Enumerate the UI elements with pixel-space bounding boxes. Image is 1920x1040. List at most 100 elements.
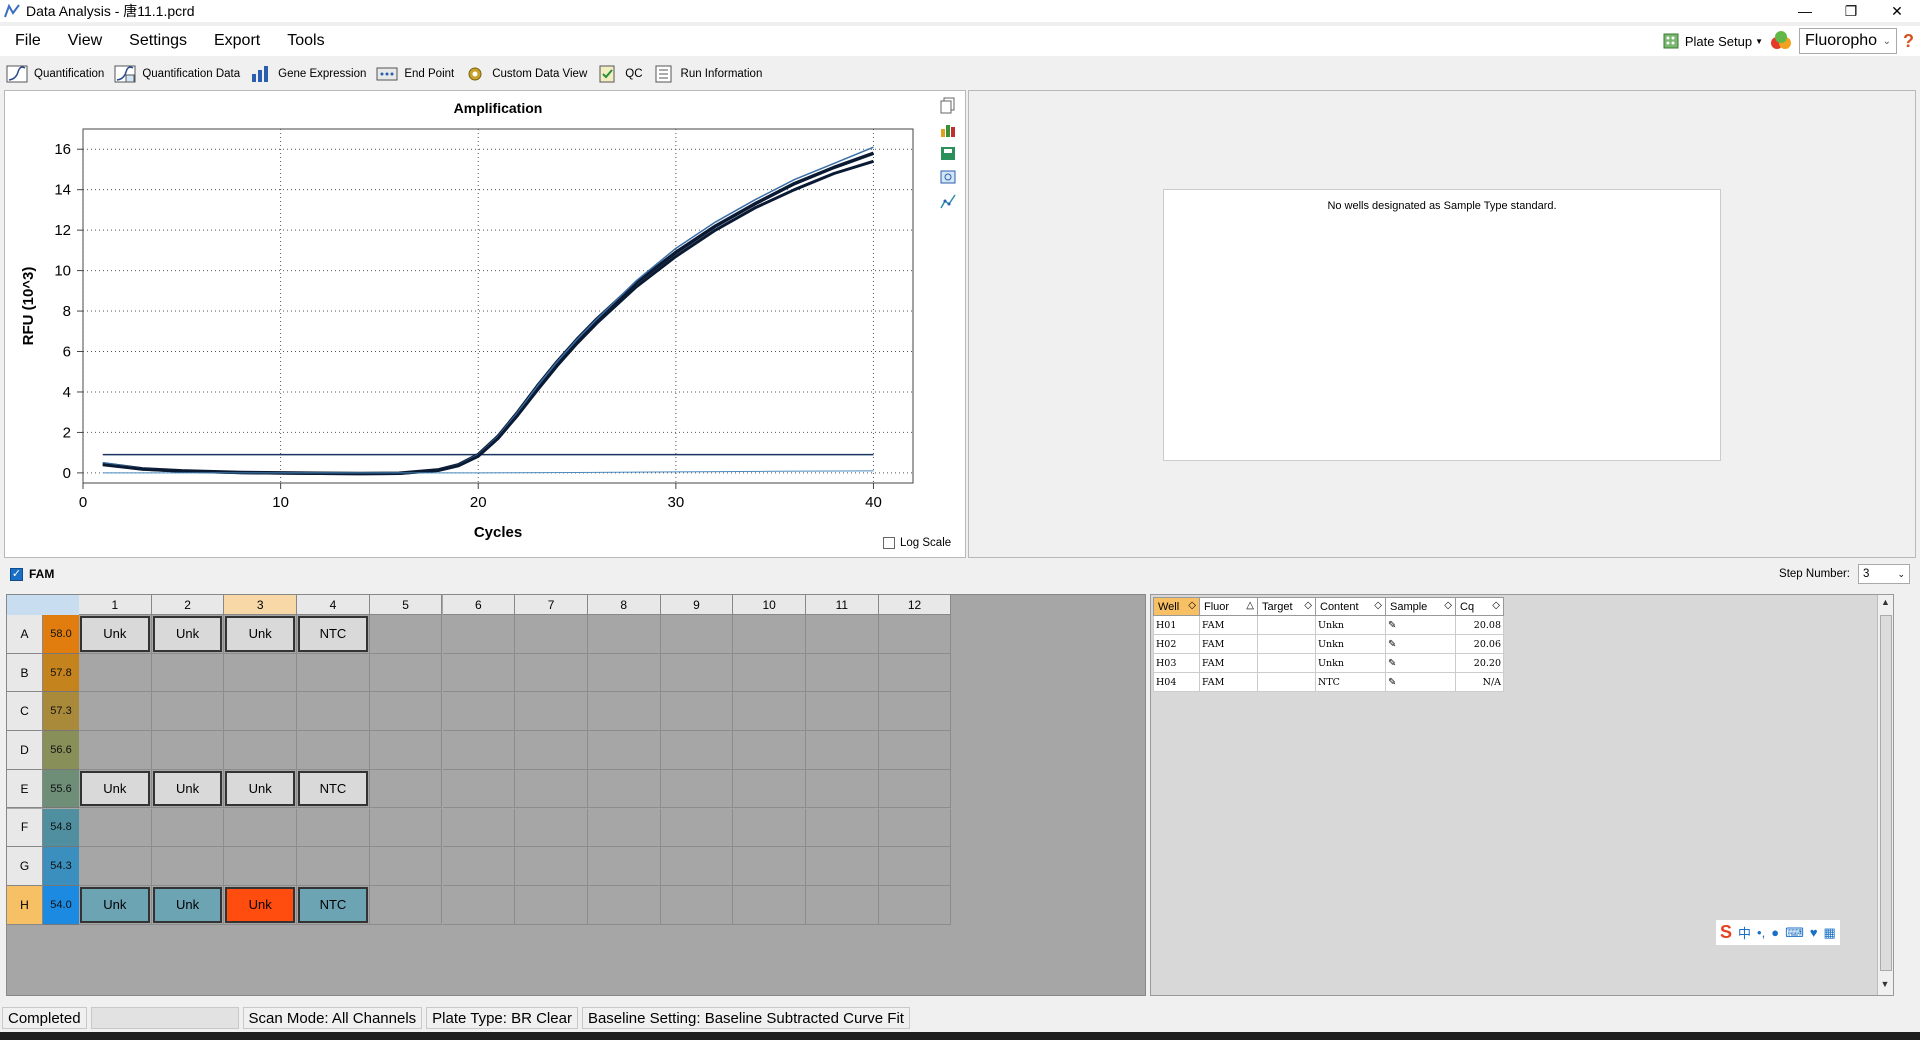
plate-column-header[interactable]: 12 bbox=[878, 595, 952, 615]
plate-cell[interactable] bbox=[587, 885, 661, 925]
plate-cell[interactable] bbox=[806, 731, 879, 770]
plate-cell[interactable] bbox=[369, 731, 443, 770]
plate-column-header[interactable]: 2 bbox=[151, 595, 225, 615]
plate-cell[interactable] bbox=[806, 847, 879, 886]
plate-cell[interactable] bbox=[297, 847, 370, 886]
plate-cell[interactable] bbox=[660, 692, 734, 732]
sort-icon[interactable]: ◇ bbox=[1492, 600, 1500, 611]
well-table-header[interactable]: Well ◇ bbox=[1153, 597, 1200, 616]
plate-cell[interactable] bbox=[224, 653, 298, 693]
sort-icon[interactable]: ◇ bbox=[1188, 600, 1196, 611]
zoom-icon[interactable] bbox=[939, 169, 957, 186]
well-table-header[interactable]: Content ◇ bbox=[1315, 597, 1386, 616]
plate-cell[interactable] bbox=[878, 731, 952, 770]
plate-cell[interactable] bbox=[442, 731, 516, 770]
plate-column-header[interactable]: 5 bbox=[369, 595, 443, 615]
edit-sample-icon[interactable]: ✎ bbox=[1388, 639, 1396, 650]
plate-row-header[interactable]: B bbox=[7, 653, 43, 693]
plate-cell[interactable] bbox=[369, 847, 443, 886]
plate-cell[interactable] bbox=[515, 615, 588, 654]
plate-cell[interactable] bbox=[79, 847, 152, 886]
plate-cell[interactable] bbox=[878, 653, 952, 693]
plate-column-header[interactable]: 11 bbox=[806, 595, 879, 615]
plate-row-header[interactable]: D bbox=[7, 731, 43, 770]
keyboard-icon[interactable]: ⌨ bbox=[1785, 925, 1804, 941]
plate-cell[interactable] bbox=[733, 847, 806, 886]
tab-quantification-data[interactable]: Quantification Data bbox=[114, 64, 240, 84]
plate-cell[interactable] bbox=[660, 847, 734, 886]
plate-cell[interactable] bbox=[587, 653, 661, 693]
plate-well[interactable]: NTC bbox=[298, 886, 368, 923]
menu-view[interactable]: View bbox=[53, 32, 114, 50]
ime-chinese-mode[interactable]: 中 bbox=[1738, 923, 1751, 942]
well-table-header[interactable]: Target ◇ bbox=[1257, 597, 1316, 616]
export-chart-icon[interactable] bbox=[939, 121, 957, 138]
tab-run-information[interactable]: Run Information bbox=[653, 64, 762, 84]
plate-cell[interactable] bbox=[806, 615, 879, 654]
plate-cell[interactable] bbox=[224, 847, 298, 886]
copy-icon[interactable] bbox=[939, 97, 957, 114]
plate-cell[interactable] bbox=[297, 731, 370, 770]
plate-cell[interactable] bbox=[442, 847, 516, 886]
menu-settings[interactable]: Settings bbox=[114, 32, 199, 50]
plate-cell[interactable] bbox=[151, 653, 225, 693]
table-row[interactable]: H04 FAM NTC ✎ N/A bbox=[1153, 672, 1504, 692]
plate-row-header[interactable]: C bbox=[7, 692, 43, 732]
maximize-button[interactable]: ❐ bbox=[1828, 0, 1874, 22]
tab-end-point[interactable]: End Point bbox=[376, 64, 454, 84]
step-number-select[interactable]: 3 ⌄ bbox=[1858, 564, 1910, 584]
plate-cell[interactable] bbox=[587, 692, 661, 732]
plate-cell[interactable] bbox=[660, 769, 734, 809]
log-scale-toggle[interactable]: Log Scale bbox=[883, 537, 951, 549]
punctuation-icon[interactable]: •, bbox=[1757, 925, 1765, 940]
plate-well[interactable]: Unk bbox=[152, 616, 223, 652]
minimize-button[interactable]: — bbox=[1782, 0, 1828, 22]
plate-row-header[interactable]: G bbox=[7, 847, 43, 886]
plate-well[interactable]: Unk bbox=[152, 886, 223, 923]
plate-cell[interactable] bbox=[515, 808, 588, 848]
plate-well[interactable]: Unk bbox=[80, 616, 150, 652]
plate-well[interactable]: NTC bbox=[298, 616, 368, 652]
plate-well[interactable]: Unk bbox=[225, 616, 296, 652]
plate-cell[interactable] bbox=[733, 692, 806, 732]
plate-row-header[interactable]: E bbox=[7, 769, 43, 809]
plate-well[interactable]: Unk bbox=[80, 886, 150, 923]
plate-cell[interactable] bbox=[369, 692, 443, 732]
plate-cell[interactable] bbox=[878, 769, 952, 809]
menu-export[interactable]: Export bbox=[199, 32, 272, 50]
microphone-icon[interactable]: ● bbox=[1771, 925, 1779, 940]
plate-cell[interactable] bbox=[733, 808, 806, 848]
plate-cell[interactable] bbox=[878, 692, 952, 732]
plate-column-header[interactable]: 1 bbox=[79, 595, 152, 615]
plate-cell[interactable] bbox=[224, 692, 298, 732]
plate-cell[interactable] bbox=[587, 847, 661, 886]
plate-cell[interactable] bbox=[151, 731, 225, 770]
plate-cell[interactable] bbox=[806, 653, 879, 693]
plate-cell[interactable] bbox=[297, 692, 370, 732]
close-button[interactable]: ✕ bbox=[1874, 0, 1920, 22]
plate-cell[interactable] bbox=[878, 808, 952, 848]
well-table-header[interactable]: Cq ◇ bbox=[1455, 597, 1504, 616]
scroll-thumb[interactable] bbox=[1880, 615, 1892, 971]
plate-cell[interactable] bbox=[733, 653, 806, 693]
plate-cell[interactable] bbox=[515, 769, 588, 809]
help-icon[interactable]: ? bbox=[1903, 31, 1914, 52]
plate-cell[interactable] bbox=[660, 653, 734, 693]
plate-cell[interactable] bbox=[297, 653, 370, 693]
edit-sample-icon[interactable]: ✎ bbox=[1388, 677, 1396, 688]
sort-icon[interactable]: △ bbox=[1246, 600, 1254, 611]
plate-cell[interactable] bbox=[369, 615, 443, 654]
plate-cell[interactable] bbox=[515, 692, 588, 732]
plate-cell[interactable] bbox=[442, 653, 516, 693]
plate-column-header[interactable]: 9 bbox=[660, 595, 734, 615]
menu-file[interactable]: File bbox=[0, 32, 53, 50]
plate-cell[interactable] bbox=[806, 769, 879, 809]
plate-cell[interactable] bbox=[660, 615, 734, 654]
plate-cell[interactable] bbox=[733, 615, 806, 654]
log-scale-checkbox[interactable] bbox=[883, 537, 895, 549]
plate-cell[interactable] bbox=[442, 885, 516, 925]
plate-cell[interactable] bbox=[587, 731, 661, 770]
plate-cell[interactable] bbox=[442, 692, 516, 732]
plate-column-header[interactable]: 4 bbox=[297, 595, 370, 615]
plate-cell[interactable] bbox=[733, 769, 806, 809]
